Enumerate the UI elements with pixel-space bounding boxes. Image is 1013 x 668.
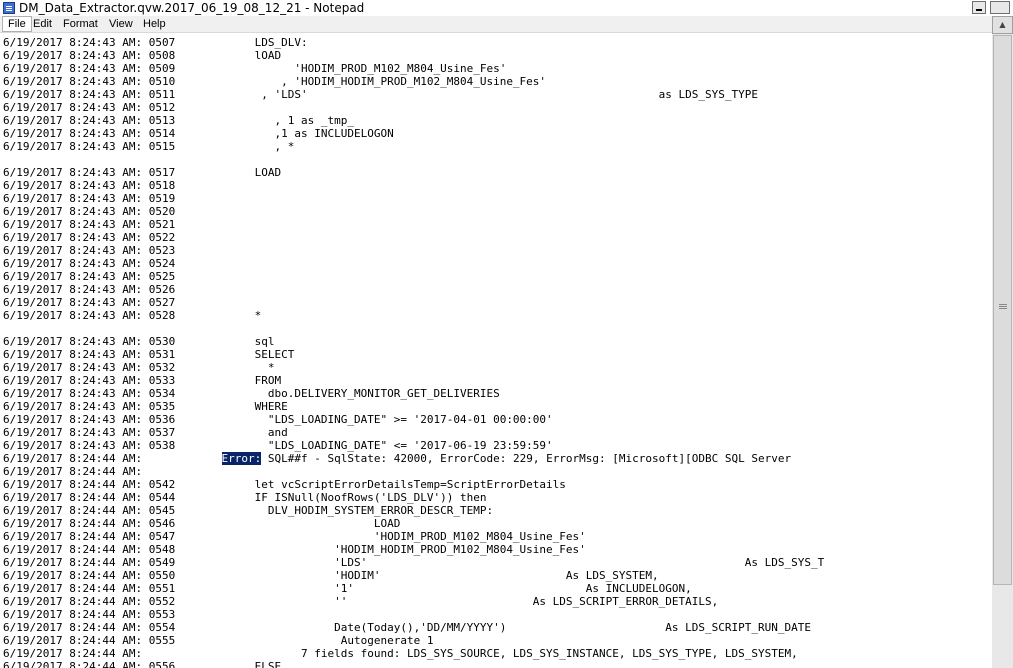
text-content[interactable]: 6/19/2017 8:24:43 AM: 0507 LDS_DLV: 6/19… <box>3 36 824 668</box>
text-line: 6/19/2017 8:24:43 AM: 0533 FROM <box>3 374 282 387</box>
error-line: 6/19/2017 8:24:44 AM: Error: SQL##f - Sq… <box>3 452 824 465</box>
text-line: 6/19/2017 8:24:44 AM: <box>3 465 143 478</box>
text-line: 6/19/2017 8:24:43 AM: 0528 * <box>3 309 262 322</box>
text-line: 6/19/2017 8:24:44 AM: 0551 '1' As INCLUD… <box>3 582 692 595</box>
error-line-prefix: 6/19/2017 8:24:44 AM: <box>3 452 222 465</box>
text-line: 6/19/2017 8:24:43 AM: 0538 "LDS_LOADING_… <box>3 439 553 452</box>
text-line: 6/19/2017 8:24:43 AM: 0517 LOAD <box>3 166 282 179</box>
text-line: 6/19/2017 8:24:44 AM: 0550 'HODIM' As LD… <box>3 569 659 582</box>
text-line: 6/19/2017 8:24:43 AM: 0535 WHERE <box>3 400 288 413</box>
menu-help[interactable]: Help <box>138 16 171 32</box>
text-line: 6/19/2017 8:24:43 AM: 0522 <box>3 231 176 244</box>
grip-icon <box>999 304 1007 305</box>
text-line: 6/19/2017 8:24:44 AM: 0547 'HODIM_PROD_M… <box>3 530 586 543</box>
text-line: 6/19/2017 8:24:43 AM: 0514 ,1 as INCLUDE… <box>3 127 394 140</box>
text-line: 6/19/2017 8:24:44 AM: 7 fields found: LD… <box>3 647 798 660</box>
text-line: 6/19/2017 8:24:43 AM: 0531 SELECT <box>3 348 295 361</box>
text-line: 6/19/2017 8:24:44 AM: 0554 Date(Today(),… <box>3 621 811 634</box>
text-line: 6/19/2017 8:24:43 AM: 0523 <box>3 244 176 257</box>
text-line: 6/19/2017 8:24:43 AM: 0507 LDS_DLV: <box>3 36 308 49</box>
title-bar[interactable]: DM_Data_Extractor.qvw.2017_06_19_08_12_2… <box>0 0 1013 16</box>
text-line <box>3 322 824 335</box>
vertical-scrollbar[interactable]: ▲ <box>992 16 1013 668</box>
text-line: 6/19/2017 8:24:43 AM: 0524 <box>3 257 176 270</box>
text-line: 6/19/2017 8:24:44 AM: 0553 <box>3 608 176 621</box>
text-line: 6/19/2017 8:24:44 AM: 0542 let vcScriptE… <box>3 478 566 491</box>
text-line: 6/19/2017 8:24:43 AM: 0527 <box>3 296 176 309</box>
text-line: 6/19/2017 8:24:43 AM: 0510 , 'HODIM_HODI… <box>3 75 547 88</box>
text-line: 6/19/2017 8:24:43 AM: 0532 * <box>3 361 275 374</box>
text-line: 6/19/2017 8:24:43 AM: 0537 and <box>3 426 288 439</box>
text-line: 6/19/2017 8:24:44 AM: 0556 ELSE <box>3 660 282 668</box>
text-line: 6/19/2017 8:24:43 AM: 0536 "LDS_LOADING_… <box>3 413 553 426</box>
menu-bar: File Edit Format View Help <box>0 16 1013 33</box>
text-line: 6/19/2017 8:24:44 AM: 0552 '' As LDS_SCR… <box>3 595 719 608</box>
text-line: 6/19/2017 8:24:43 AM: 0519 <box>3 192 176 205</box>
text-line <box>3 153 824 166</box>
text-line: 6/19/2017 8:24:43 AM: 0515 , * <box>3 140 295 153</box>
scroll-up-arrow-icon[interactable]: ▲ <box>992 16 1013 34</box>
text-line: 6/19/2017 8:24:43 AM: 0513 , 1 as _tmp_ <box>3 114 354 127</box>
text-line: 6/19/2017 8:24:43 AM: 0512 <box>3 101 176 114</box>
minimize-icon[interactable] <box>972 1 986 14</box>
close-button[interactable] <box>990 1 1010 14</box>
text-line: 6/19/2017 8:24:43 AM: 0530 sql <box>3 335 275 348</box>
window-title: DM_Data_Extractor.qvw.2017_06_19_08_12_2… <box>19 1 365 15</box>
text-line: 6/19/2017 8:24:44 AM: 0544 IF ISNull(Noo… <box>3 491 487 504</box>
error-line-message: SQL##f - SqlState: 42000, ErrorCode: 229… <box>261 452 792 465</box>
text-line: 6/19/2017 8:24:43 AM: 0511 , 'LDS' as LD… <box>3 88 758 101</box>
notepad-icon[interactable] <box>3 2 15 14</box>
selected-text[interactable]: Error: <box>221 452 262 465</box>
text-line: 6/19/2017 8:24:43 AM: 0521 <box>3 218 176 231</box>
text-line: 6/19/2017 8:24:44 AM: 0549 'LDS' As LDS_… <box>3 556 825 569</box>
text-line: 6/19/2017 8:24:43 AM: 0518 <box>3 179 176 192</box>
text-line: 6/19/2017 8:24:44 AM: 0546 LOAD <box>3 517 401 530</box>
notepad-window: DM_Data_Extractor.qvw.2017_06_19_08_12_2… <box>0 0 1013 668</box>
text-line: 6/19/2017 8:24:44 AM: 0555 Autogenerate … <box>3 634 434 647</box>
text-editor-area[interactable]: 6/19/2017 8:24:43 AM: 0507 LDS_DLV: 6/19… <box>0 33 992 668</box>
text-line: 6/19/2017 8:24:43 AM: 0508 lOAD <box>3 49 282 62</box>
text-line: 6/19/2017 8:24:43 AM: 0534 dbo.DELIVERY_… <box>3 387 500 400</box>
text-line: 6/19/2017 8:24:43 AM: 0525 <box>3 270 176 283</box>
text-line: 6/19/2017 8:24:43 AM: 0526 <box>3 283 176 296</box>
menu-format[interactable]: Format <box>58 16 103 32</box>
menu-edit[interactable]: Edit <box>28 16 57 32</box>
text-line: 6/19/2017 8:24:44 AM: 0545 DLV_HODIM_SYS… <box>3 504 494 517</box>
menu-view[interactable]: View <box>104 16 138 32</box>
text-line: 6/19/2017 8:24:44 AM: 0548 'HODIM_HODIM_… <box>3 543 586 556</box>
text-line: 6/19/2017 8:24:43 AM: 0520 <box>3 205 176 218</box>
text-line: 6/19/2017 8:24:43 AM: 0509 'HODIM_PROD_M… <box>3 62 507 75</box>
scrollbar-thumb[interactable] <box>993 35 1012 585</box>
